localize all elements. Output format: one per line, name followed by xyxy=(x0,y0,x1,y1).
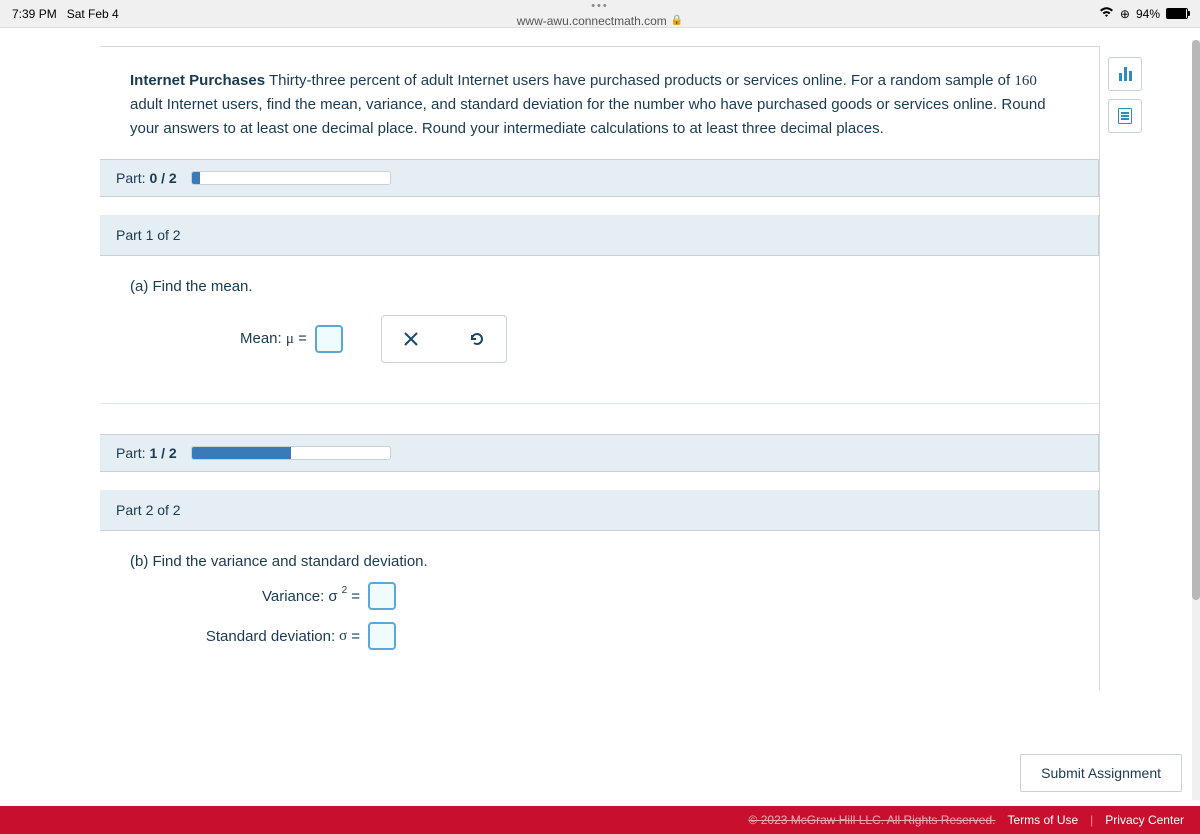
part-progress-1: Part: 1 / 2 xyxy=(100,434,1099,472)
privacy-link[interactable]: Privacy Center xyxy=(1105,813,1184,827)
wifi-icon xyxy=(1099,6,1114,21)
notes-tool-button[interactable] xyxy=(1108,99,1142,133)
progress-bar-0 xyxy=(191,171,391,185)
problem-statement: Internet Purchases Thirty-three percent … xyxy=(100,47,1099,159)
copyright-bar: © 2023 McGraw Hill LLC. All Rights Reser… xyxy=(0,806,1200,834)
bar-chart-tool-button[interactable] xyxy=(1108,57,1142,91)
problem-title: Internet Purchases xyxy=(130,72,265,89)
document-icon xyxy=(1118,108,1132,124)
scrollbar[interactable] xyxy=(1192,40,1200,800)
status-date: Sat Feb 4 xyxy=(67,7,119,21)
variance-input[interactable] xyxy=(368,582,396,610)
status-time: 7:39 PM xyxy=(12,7,57,21)
status-bar: 7:39 PM Sat Feb 4 ••• www-awu.connectmat… xyxy=(0,0,1200,28)
stddev-label: Standard deviation: σ = xyxy=(150,628,360,645)
footer: Submit Assignment © 2023 McGraw Hill LLC… xyxy=(0,744,1200,834)
stddev-input[interactable] xyxy=(368,622,396,650)
part-2-body: (b) Find the variance and standard devia… xyxy=(100,531,1099,690)
mean-label: Mean: μ = xyxy=(240,330,307,348)
problem-text-2: adult Internet users, find the mean, var… xyxy=(130,96,1046,137)
url-text[interactable]: www-awu.connectmath.com xyxy=(517,14,667,28)
problem-text-1: Thirty-three percent of adult Internet u… xyxy=(265,72,1014,89)
lock-icon: 🔒 xyxy=(671,15,683,26)
orientation-lock-icon: ⊕ xyxy=(1120,7,1130,21)
scroll-thumb[interactable] xyxy=(1192,40,1200,600)
submit-assignment-button[interactable]: Submit Assignment xyxy=(1020,754,1182,792)
part-2-prompt: (b) Find the variance and standard devia… xyxy=(130,553,1069,570)
part-1-body: (a) Find the mean. Mean: μ = xyxy=(100,256,1099,404)
part-1-prompt: (a) Find the mean. xyxy=(130,278,1069,295)
copyright-text: © 2023 McGraw Hill LLC. All Rights Reser… xyxy=(749,813,996,827)
question-card: Internet Purchases Thirty-three percent … xyxy=(100,46,1100,690)
tab-dots-icon[interactable]: ••• xyxy=(591,0,609,12)
input-actions xyxy=(381,315,507,363)
progress-bar-1 xyxy=(191,446,391,460)
sample-size: 160 xyxy=(1014,73,1037,89)
terms-link[interactable]: Terms of Use xyxy=(1007,813,1078,827)
undo-button[interactable] xyxy=(464,326,490,352)
part-progress-0: Part: 0 / 2 xyxy=(100,159,1099,197)
battery-pct: 94% xyxy=(1136,7,1160,21)
variance-label: Variance: σ2 = xyxy=(150,588,360,605)
clear-button[interactable] xyxy=(398,326,424,352)
bar-chart-icon xyxy=(1119,67,1132,81)
side-tools xyxy=(1108,57,1142,133)
mean-input[interactable] xyxy=(315,325,343,353)
part-1-header: Part 1 of 2 xyxy=(100,215,1099,256)
battery-icon xyxy=(1166,8,1188,19)
part-2-header: Part 2 of 2 xyxy=(100,490,1099,531)
